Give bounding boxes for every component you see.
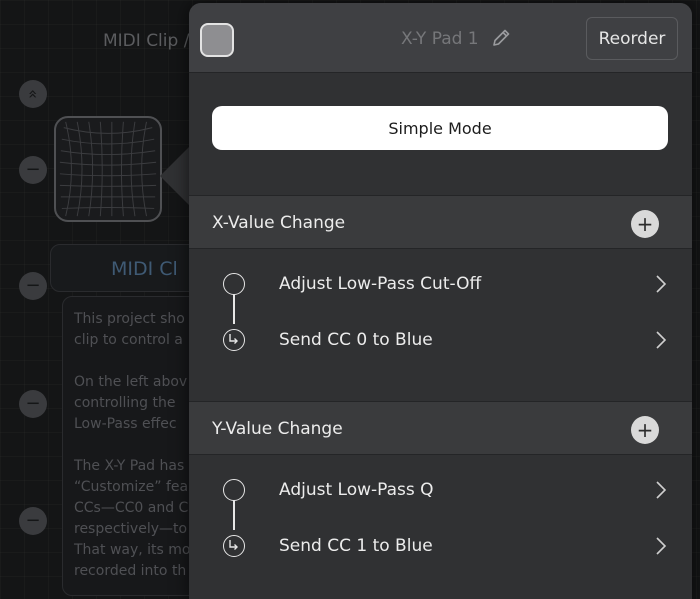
section-header-x-value: X-Value Change + bbox=[189, 195, 692, 249]
background-title: MIDI Clip / bbox=[103, 31, 190, 51]
return-arrow-icon bbox=[223, 329, 245, 351]
add-x-action-button[interactable]: + bbox=[631, 210, 659, 238]
plus-icon: + bbox=[636, 212, 654, 236]
minus-icon: − bbox=[25, 159, 41, 180]
action-label: Adjust Low-Pass Cut-Off bbox=[279, 274, 482, 294]
chevron-right-icon bbox=[656, 537, 667, 555]
chevron-right-icon bbox=[656, 331, 667, 349]
remove-clip-button[interactable]: − bbox=[19, 272, 47, 300]
clip-header: MIDI Cl bbox=[50, 244, 210, 292]
xy-grid-icon bbox=[59, 121, 157, 217]
reorder-button[interactable]: Reorder bbox=[586, 17, 678, 60]
section-title: Y-Value Change bbox=[212, 419, 343, 439]
section-header-y-value: Y-Value Change + bbox=[189, 401, 692, 455]
plus-icon: + bbox=[636, 418, 654, 442]
chevron-right-icon bbox=[656, 275, 667, 293]
add-y-action-button[interactable]: + bbox=[631, 416, 659, 444]
minus-icon: − bbox=[25, 393, 41, 414]
circle-node-icon bbox=[223, 273, 245, 295]
return-arrow-icon bbox=[223, 535, 245, 557]
color-swatch-button[interactable] bbox=[200, 23, 234, 57]
minus-icon: − bbox=[25, 510, 41, 531]
pencil-icon[interactable] bbox=[490, 27, 512, 49]
remove-notes-button[interactable]: − bbox=[19, 390, 47, 418]
collapse-up-button[interactable]: « bbox=[19, 80, 47, 108]
remove-item-button[interactable]: − bbox=[19, 507, 47, 535]
xy-pad-settings-popover: X-Y Pad 1 Reorder Simple Mode X-Value Ch… bbox=[189, 3, 692, 599]
action-row[interactable]: Send CC 1 to Blue bbox=[189, 526, 692, 566]
action-label: Adjust Low-Pass Q bbox=[279, 480, 434, 500]
popover-header: X-Y Pad 1 Reorder bbox=[189, 3, 692, 73]
xy-pad-thumbnail[interactable] bbox=[54, 116, 162, 222]
mode-area: Simple Mode bbox=[189, 74, 692, 195]
clip-title: MIDI Cl bbox=[111, 258, 178, 280]
action-row[interactable]: Adjust Low-Pass Q bbox=[189, 470, 692, 510]
pad-name-title[interactable]: X-Y Pad 1 bbox=[401, 29, 479, 49]
action-row[interactable]: Send CC 0 to Blue bbox=[189, 320, 692, 360]
remove-pad-button[interactable]: − bbox=[19, 156, 47, 184]
action-label: Send CC 1 to Blue bbox=[279, 536, 433, 556]
y-action-list: Adjust Low-Pass Q Send CC 1 to Blue bbox=[189, 470, 692, 582]
action-label: Send CC 0 to Blue bbox=[279, 330, 433, 350]
circle-node-icon bbox=[223, 479, 245, 501]
action-row[interactable]: Adjust Low-Pass Cut-Off bbox=[189, 264, 692, 304]
popover-arrow bbox=[160, 146, 190, 206]
x-action-list: Adjust Low-Pass Cut-Off Send CC 0 to Blu… bbox=[189, 264, 692, 376]
minus-icon: − bbox=[25, 275, 41, 296]
simple-mode-button[interactable]: Simple Mode bbox=[212, 106, 668, 150]
chevron-right-icon bbox=[656, 481, 667, 499]
section-title: X-Value Change bbox=[212, 213, 346, 233]
double-chevron-up-icon: « bbox=[23, 89, 43, 99]
